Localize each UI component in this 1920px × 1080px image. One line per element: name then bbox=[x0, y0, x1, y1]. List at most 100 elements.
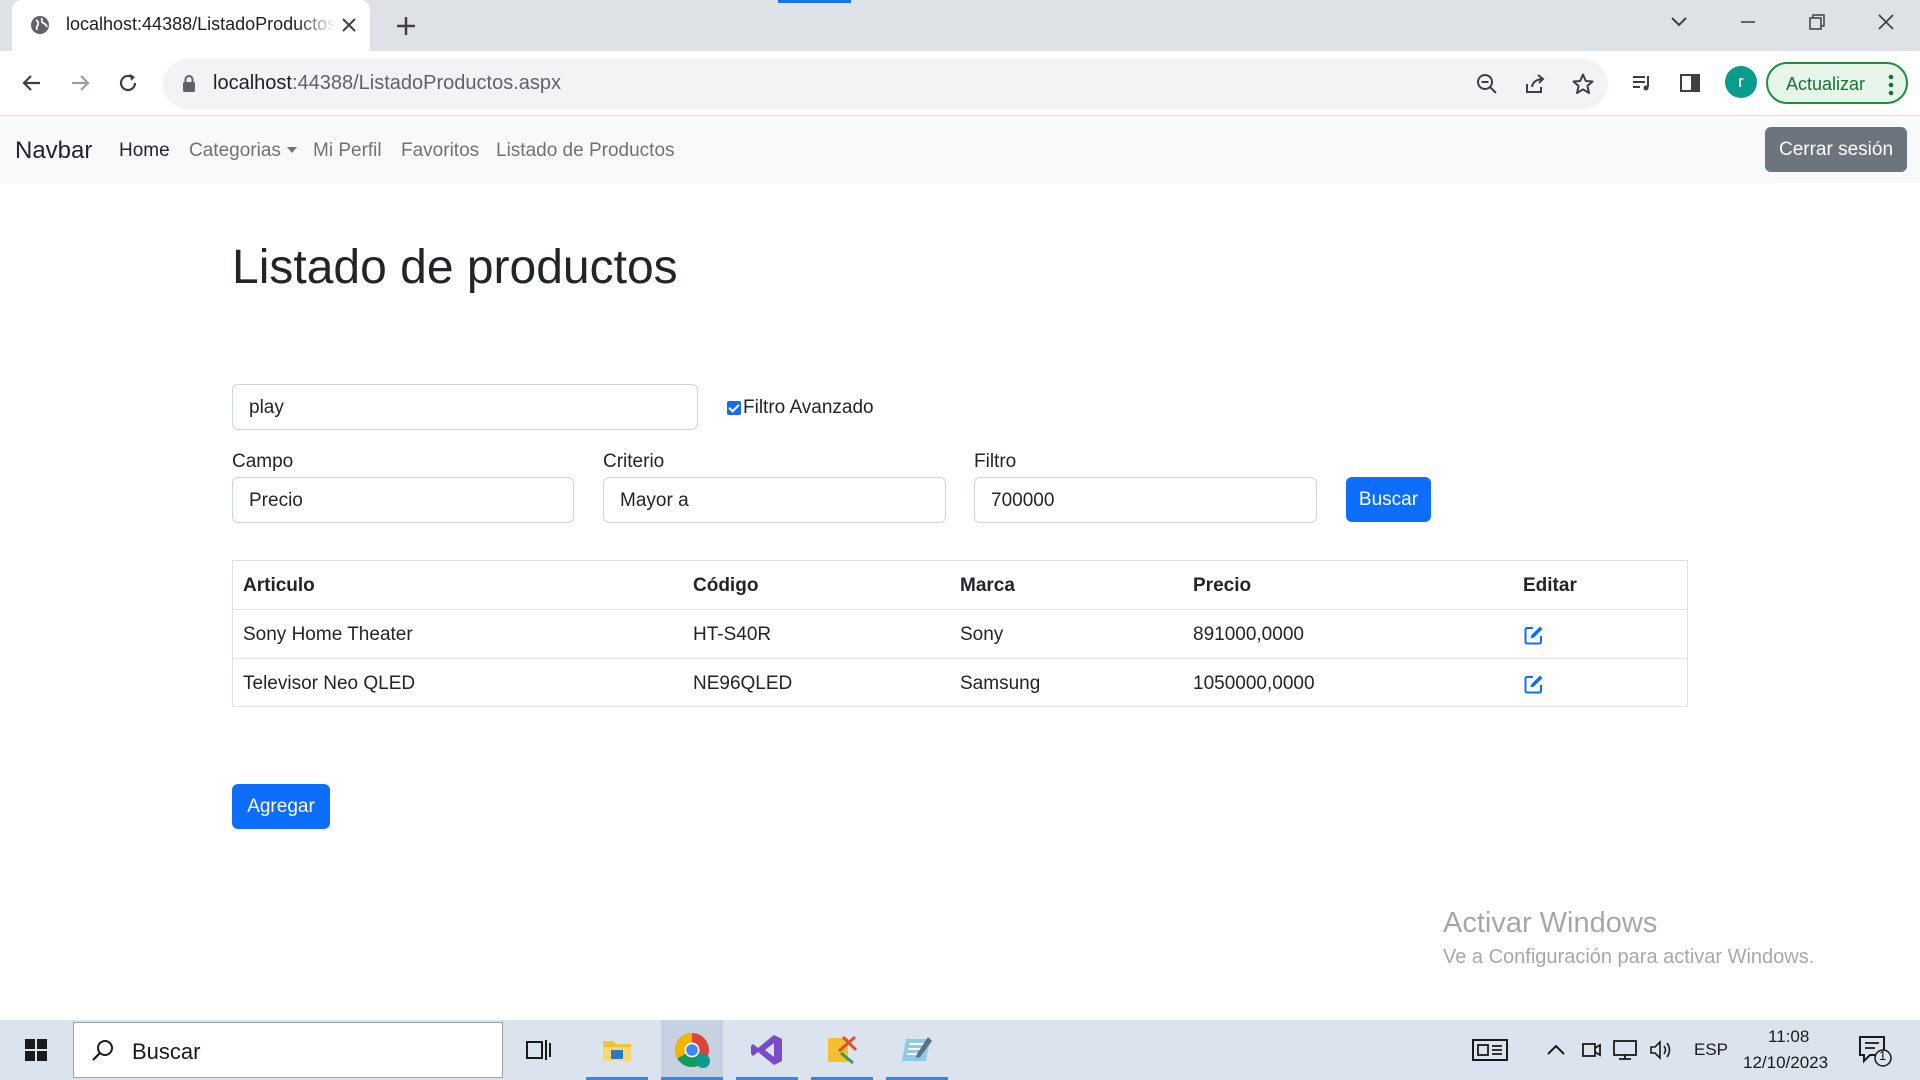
column-header-precio: Precio bbox=[1193, 575, 1252, 596]
tab-title: localhost:44388/ListadoProductos.aspx bbox=[66, 14, 336, 34]
clock-time[interactable]: 11:08 bbox=[1768, 1027, 1809, 1047]
nav-favoritos[interactable]: Favoritos bbox=[401, 140, 479, 162]
activation-watermark-subtitle: Ve a Configuración para activar Windows. bbox=[1443, 946, 1815, 968]
campo-value: Precio bbox=[249, 490, 303, 511]
task-view-button[interactable] bbox=[508, 1020, 570, 1080]
criterio-value: Mayor a bbox=[620, 490, 689, 511]
forward-button[interactable] bbox=[64, 67, 96, 99]
clock-date[interactable]: 12/10/2023 bbox=[1743, 1053, 1828, 1073]
navbar-brand[interactable]: Navbar bbox=[15, 137, 92, 165]
profile-avatar[interactable]: r bbox=[1725, 66, 1757, 98]
visual-studio-icon bbox=[751, 1035, 782, 1065]
search-button[interactable]: Buscar bbox=[1346, 477, 1431, 522]
media-button[interactable] bbox=[1626, 67, 1658, 99]
news-widget-button[interactable] bbox=[1470, 1038, 1510, 1062]
filtro-label: Filtro bbox=[974, 451, 1017, 472]
criterio-select[interactable]: Mayor a bbox=[603, 477, 946, 523]
close-window-button[interactable] bbox=[1851, 0, 1920, 44]
network-button[interactable] bbox=[1612, 1038, 1638, 1062]
chrome-app[interactable] bbox=[661, 1020, 723, 1080]
notepad-app[interactable] bbox=[886, 1020, 948, 1080]
playlist-icon bbox=[1633, 76, 1649, 91]
advanced-filter-toggle[interactable]: Filtro Avanzado bbox=[727, 395, 874, 421]
advanced-filter-label: Filtro Avanzado bbox=[743, 397, 874, 418]
cell-precio: 891000,0000 bbox=[1193, 624, 1304, 645]
notepad-icon bbox=[902, 1037, 932, 1061]
arrow-right-icon bbox=[72, 75, 90, 91]
network-icon bbox=[1613, 1040, 1637, 1060]
side-panel-button[interactable] bbox=[1674, 67, 1706, 99]
advanced-filter-checkbox[interactable] bbox=[727, 401, 741, 415]
add-button[interactable]: Agregar bbox=[232, 784, 330, 829]
search-input[interactable]: play bbox=[232, 384, 698, 430]
taskbar-search-box[interactable]: Buscar bbox=[73, 1022, 503, 1078]
file-explorer-app[interactable] bbox=[586, 1020, 648, 1080]
nav-categorias-label: Categorias bbox=[189, 140, 281, 161]
notification-icon bbox=[1859, 1036, 1892, 1067]
url-path: :44388/ListadoProductos.aspx bbox=[291, 72, 562, 94]
filtro-input[interactable]: 700000 bbox=[974, 477, 1317, 523]
chevron-down-icon bbox=[1671, 17, 1687, 27]
browser-tab-strip: localhost:44388/ListadoProductos.aspx bbox=[0, 0, 1920, 51]
visual-studio-app[interactable] bbox=[736, 1020, 798, 1080]
url-text[interactable]: localhost:44388/ListadoProductos.aspx bbox=[213, 72, 561, 95]
notifications-button[interactable]: 1 bbox=[1855, 1030, 1893, 1068]
nav-categorias-dropdown[interactable]: Categorias bbox=[189, 140, 297, 162]
edit-icon[interactable] bbox=[1523, 673, 1545, 695]
search-input-value: play bbox=[249, 397, 284, 418]
share-button[interactable] bbox=[1519, 68, 1551, 100]
edit-icon[interactable] bbox=[1523, 624, 1545, 646]
table-row: Televisor Neo QLED NE96QLED Samsung 1050… bbox=[233, 659, 1687, 708]
restore-button[interactable] bbox=[1782, 0, 1852, 44]
browser-tab[interactable]: localhost:44388/ListadoProductos.aspx bbox=[12, 0, 370, 51]
table-row: Sony Home Theater HT-S40R Sony 891000,00… bbox=[233, 610, 1687, 659]
bookmark-button[interactable] bbox=[1567, 68, 1599, 100]
sql-tool-app[interactable] bbox=[811, 1020, 873, 1080]
back-button[interactable] bbox=[16, 67, 48, 99]
url-host: localhost bbox=[213, 72, 292, 94]
caret-down-icon bbox=[286, 147, 297, 153]
task-view-icon bbox=[526, 1040, 551, 1060]
close-tab-icon[interactable] bbox=[338, 14, 360, 36]
arrow-left-icon bbox=[22, 75, 40, 91]
globe-icon bbox=[31, 16, 49, 34]
nav-mi-perfil[interactable]: Mi Perfil bbox=[313, 140, 382, 162]
reload-button[interactable] bbox=[112, 67, 144, 99]
nav-listado-productos[interactable]: Listado de Productos bbox=[496, 140, 675, 162]
windows-logo-icon bbox=[25, 1039, 47, 1061]
show-hidden-icons-button[interactable] bbox=[1543, 1038, 1569, 1062]
start-button[interactable] bbox=[0, 1020, 72, 1080]
loading-indicator bbox=[778, 0, 851, 3]
volume-button[interactable] bbox=[1648, 1038, 1674, 1062]
zoom-out-icon bbox=[1477, 74, 1497, 94]
table-header-row: Articulo Código Marca Precio Editar bbox=[233, 561, 1687, 610]
logout-button[interactable]: Cerrar sesión bbox=[1765, 127, 1907, 172]
minimize-button[interactable] bbox=[1713, 0, 1783, 44]
tools-icon bbox=[828, 1035, 858, 1065]
news-icon bbox=[1472, 1039, 1508, 1061]
update-button[interactable]: Actualizar bbox=[1766, 62, 1908, 104]
zoom-button[interactable] bbox=[1471, 68, 1503, 100]
chrome-icon bbox=[675, 1033, 710, 1068]
nav-home[interactable]: Home bbox=[119, 140, 170, 162]
star-icon bbox=[1572, 73, 1594, 94]
reload-icon bbox=[119, 74, 137, 92]
cell-articulo: Televisor Neo QLED bbox=[243, 673, 416, 694]
more-options-icon bbox=[1888, 74, 1894, 96]
column-header-marca: Marca bbox=[960, 575, 1015, 596]
tab-search-button[interactable] bbox=[1644, 0, 1714, 44]
cell-codigo: NE96QLED bbox=[693, 673, 793, 694]
meet-now-button[interactable] bbox=[1578, 1038, 1604, 1062]
notification-count: 1 bbox=[1879, 1048, 1887, 1063]
input-language[interactable]: ESP bbox=[1694, 1040, 1728, 1060]
campo-select[interactable]: Precio bbox=[232, 477, 574, 523]
criterio-label: Criterio bbox=[603, 451, 665, 472]
new-tab-icon[interactable] bbox=[392, 12, 420, 40]
cell-marca: Sony bbox=[960, 624, 1004, 645]
cell-articulo: Sony Home Theater bbox=[243, 624, 413, 645]
products-table: Articulo Código Marca Precio Editar Sony… bbox=[232, 560, 1688, 707]
chevron-up-icon bbox=[1547, 1044, 1565, 1055]
lock-icon[interactable] bbox=[181, 74, 197, 94]
address-bar[interactable]: localhost:44388/ListadoProductos.aspx bbox=[163, 59, 1608, 109]
column-header-codigo: Código bbox=[693, 575, 759, 596]
